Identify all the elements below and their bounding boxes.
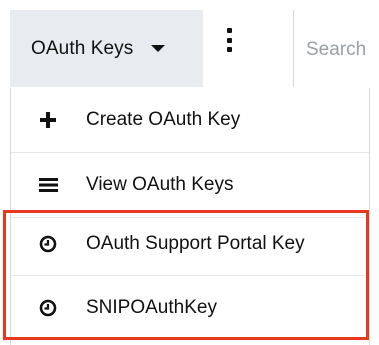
clock-icon bbox=[38, 234, 58, 254]
module-dropdown-button[interactable]: OAuth Keys bbox=[10, 10, 195, 87]
plus-icon bbox=[38, 110, 58, 130]
header-divider bbox=[293, 10, 294, 87]
module-tab: OAuth Keys bbox=[10, 10, 203, 87]
menu-item-view-oauth-keys[interactable]: View OAuth Keys bbox=[11, 153, 369, 217]
menu-item-snipoauthkey[interactable]: SNIPOAuthKey bbox=[11, 276, 369, 340]
search-input[interactable] bbox=[306, 33, 379, 67]
more-actions-icon[interactable] bbox=[222, 28, 236, 52]
menu-item-label: Create OAuth Key bbox=[86, 109, 241, 130]
module-dropdown-menu: Create OAuth Key View OAuth Keys OAuth S… bbox=[10, 88, 370, 345]
clock-icon bbox=[38, 298, 58, 318]
kebab-dot bbox=[226, 28, 232, 33]
menu-item-create-oauth-key[interactable]: Create OAuth Key bbox=[11, 88, 369, 152]
menu-item-label: SNIPOAuthKey bbox=[86, 297, 217, 318]
menu-item-label: View OAuth Keys bbox=[86, 174, 234, 195]
list-icon bbox=[38, 175, 58, 195]
menu-item-oauth-support-portal-key[interactable]: OAuth Support Portal Key bbox=[11, 212, 369, 276]
module-label: OAuth Keys bbox=[31, 37, 134, 59]
kebab-dot bbox=[226, 37, 232, 43]
module-header: OAuth Keys bbox=[0, 0, 379, 88]
menu-item-label: OAuth Support Portal Key bbox=[86, 233, 305, 254]
caret-down-icon bbox=[151, 45, 166, 52]
kebab-dot bbox=[226, 47, 232, 52]
